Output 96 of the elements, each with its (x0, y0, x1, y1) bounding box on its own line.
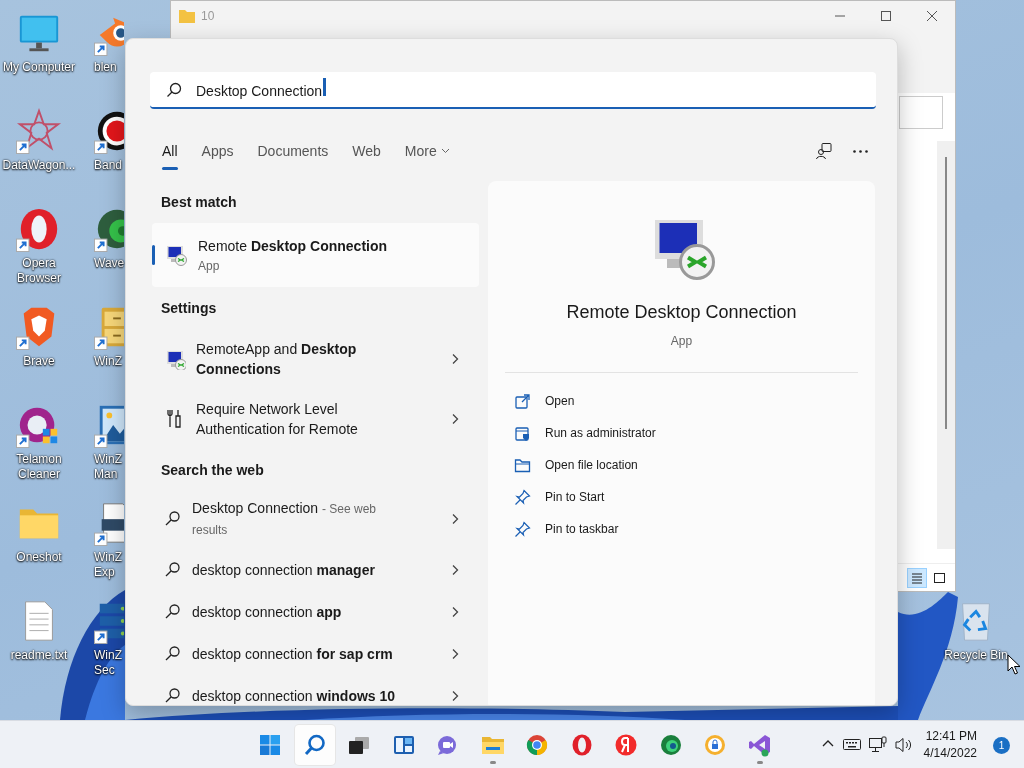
chevron-right-icon (451, 564, 459, 576)
tab[interactable]: Web (340, 136, 393, 166)
close-icon (925, 10, 939, 22)
web-result[interactable]: Desktop Connection - See web results (152, 491, 479, 547)
chevron-down-icon (440, 148, 450, 154)
search-field[interactable] (899, 96, 943, 129)
account-icon (815, 142, 833, 160)
result-title: desktop connection windows 10 (192, 687, 397, 705)
text-cursor (323, 77, 327, 96)
action-link[interactable]: Run as administrator (504, 417, 859, 449)
section-heading: Settings (160, 298, 218, 318)
clock-date: 4/14/2022 (923, 745, 977, 762)
search-icon (164, 510, 182, 528)
action-link[interactable]: Pin to taskbar (504, 513, 859, 545)
icon-label: DataWagon... (2, 158, 76, 173)
web-result[interactable]: desktop connection windows 10 (152, 675, 479, 705)
result-title: Require Network Level Authentication for Remote (196, 400, 359, 439)
result-title: Remote Desktop Connection (198, 236, 388, 256)
result-title: desktop connection manager (192, 561, 376, 580)
browser-icon (614, 733, 638, 757)
chevron-right-icon (451, 513, 459, 525)
icon-label: WinZ (94, 354, 122, 369)
chevron-right-icon (451, 606, 459, 618)
chevron-right-icon (451, 353, 459, 365)
icon-label: WinZ Man (94, 452, 122, 482)
result-title: Desktop Connection - See web results (192, 499, 377, 539)
network-icon[interactable] (867, 735, 888, 755)
folder-icon (179, 9, 195, 23)
settings-item[interactable]: RemoteApp and Desktop Connections (152, 329, 479, 389)
icon-label: My Computer (3, 60, 75, 75)
icon-label: Band (94, 158, 123, 173)
panels-icon (391, 733, 416, 757)
web-result[interactable]: desktop connection manager (152, 549, 479, 591)
volume-icon[interactable] (893, 735, 912, 755)
tab[interactable]: Apps (189, 136, 246, 166)
monitor-icon (164, 348, 186, 370)
icon-label: WinZ Sec (94, 648, 122, 678)
result-title: RemoteApp and Desktop Connections (196, 340, 358, 379)
tiles-icon (258, 733, 282, 757)
icon-label: Brave (23, 354, 55, 369)
search-icon (166, 81, 182, 98)
folder-icon (514, 456, 531, 474)
result-title: desktop connection app (192, 603, 343, 622)
details-view-button[interactable] (907, 567, 927, 588)
settings-item[interactable]: Require Network Level Authentication for Remote (152, 389, 479, 449)
open-external-icon (514, 392, 531, 410)
icon-label: Recycle Bin (944, 648, 1008, 663)
icon-label: readme.txt (10, 648, 68, 663)
icon-label: Telamon Cleaner (15, 452, 63, 482)
search-icon (164, 561, 182, 579)
lock-icon (703, 733, 727, 757)
app-title: Remote Desktop Connection (566, 301, 797, 324)
scrollbar[interactable] (937, 141, 955, 549)
search-button[interactable] (294, 725, 335, 765)
search-field[interactable]: Desktop Connection (150, 72, 876, 109)
browser-icon (525, 733, 549, 757)
maximize-icon (879, 10, 893, 22)
monitor-icon (164, 243, 188, 267)
shield-icon (514, 424, 531, 442)
search-icon (164, 645, 182, 663)
tab[interactable]: Documents (245, 136, 341, 166)
result-item[interactable]: Remote Desktop Connection App (152, 223, 479, 287)
chevron-right-icon (451, 690, 459, 702)
app-type: App (670, 333, 693, 350)
action-link[interactable]: Pin to Start (504, 481, 859, 513)
action-link[interactable]: Open file location (504, 449, 859, 481)
icon-label: Oneshot (16, 550, 62, 565)
chevron-right-icon (451, 413, 459, 425)
action-link[interactable]: Open (504, 385, 859, 417)
list-icon (910, 570, 924, 585)
web-result[interactable]: desktop connection app (152, 591, 479, 633)
square-icon (932, 570, 946, 585)
star-icon[interactable] (16, 108, 62, 154)
icon-label: blen (94, 60, 117, 75)
notification-badge[interactable]: 1 (993, 736, 1010, 754)
icon-label: Opera Browser (16, 256, 62, 286)
search-icon (164, 603, 182, 621)
mouse-pointer-icon (1007, 654, 1021, 676)
icon-label: WinZ Exp (94, 550, 122, 580)
result-type: App (198, 257, 221, 275)
browser-icon (658, 733, 683, 757)
code-editor-icon (747, 733, 772, 757)
search-icon (164, 687, 182, 705)
section-heading: Search the web (160, 460, 265, 480)
more-icon (852, 149, 868, 153)
section-heading: Best match (160, 192, 238, 212)
search-icon (302, 733, 327, 757)
web-result[interactable]: desktop connection for sap crm (152, 633, 479, 675)
tab[interactable]: More (392, 136, 462, 166)
clock-time: 12:41 PM (924, 728, 977, 745)
chevron-right-icon (451, 648, 459, 660)
result-title: desktop connection for sap crm (192, 645, 394, 664)
pin-icon (514, 520, 531, 538)
icon-label: Wave (94, 256, 125, 271)
pin-icon (514, 488, 531, 506)
window-title: 10 (201, 8, 215, 25)
